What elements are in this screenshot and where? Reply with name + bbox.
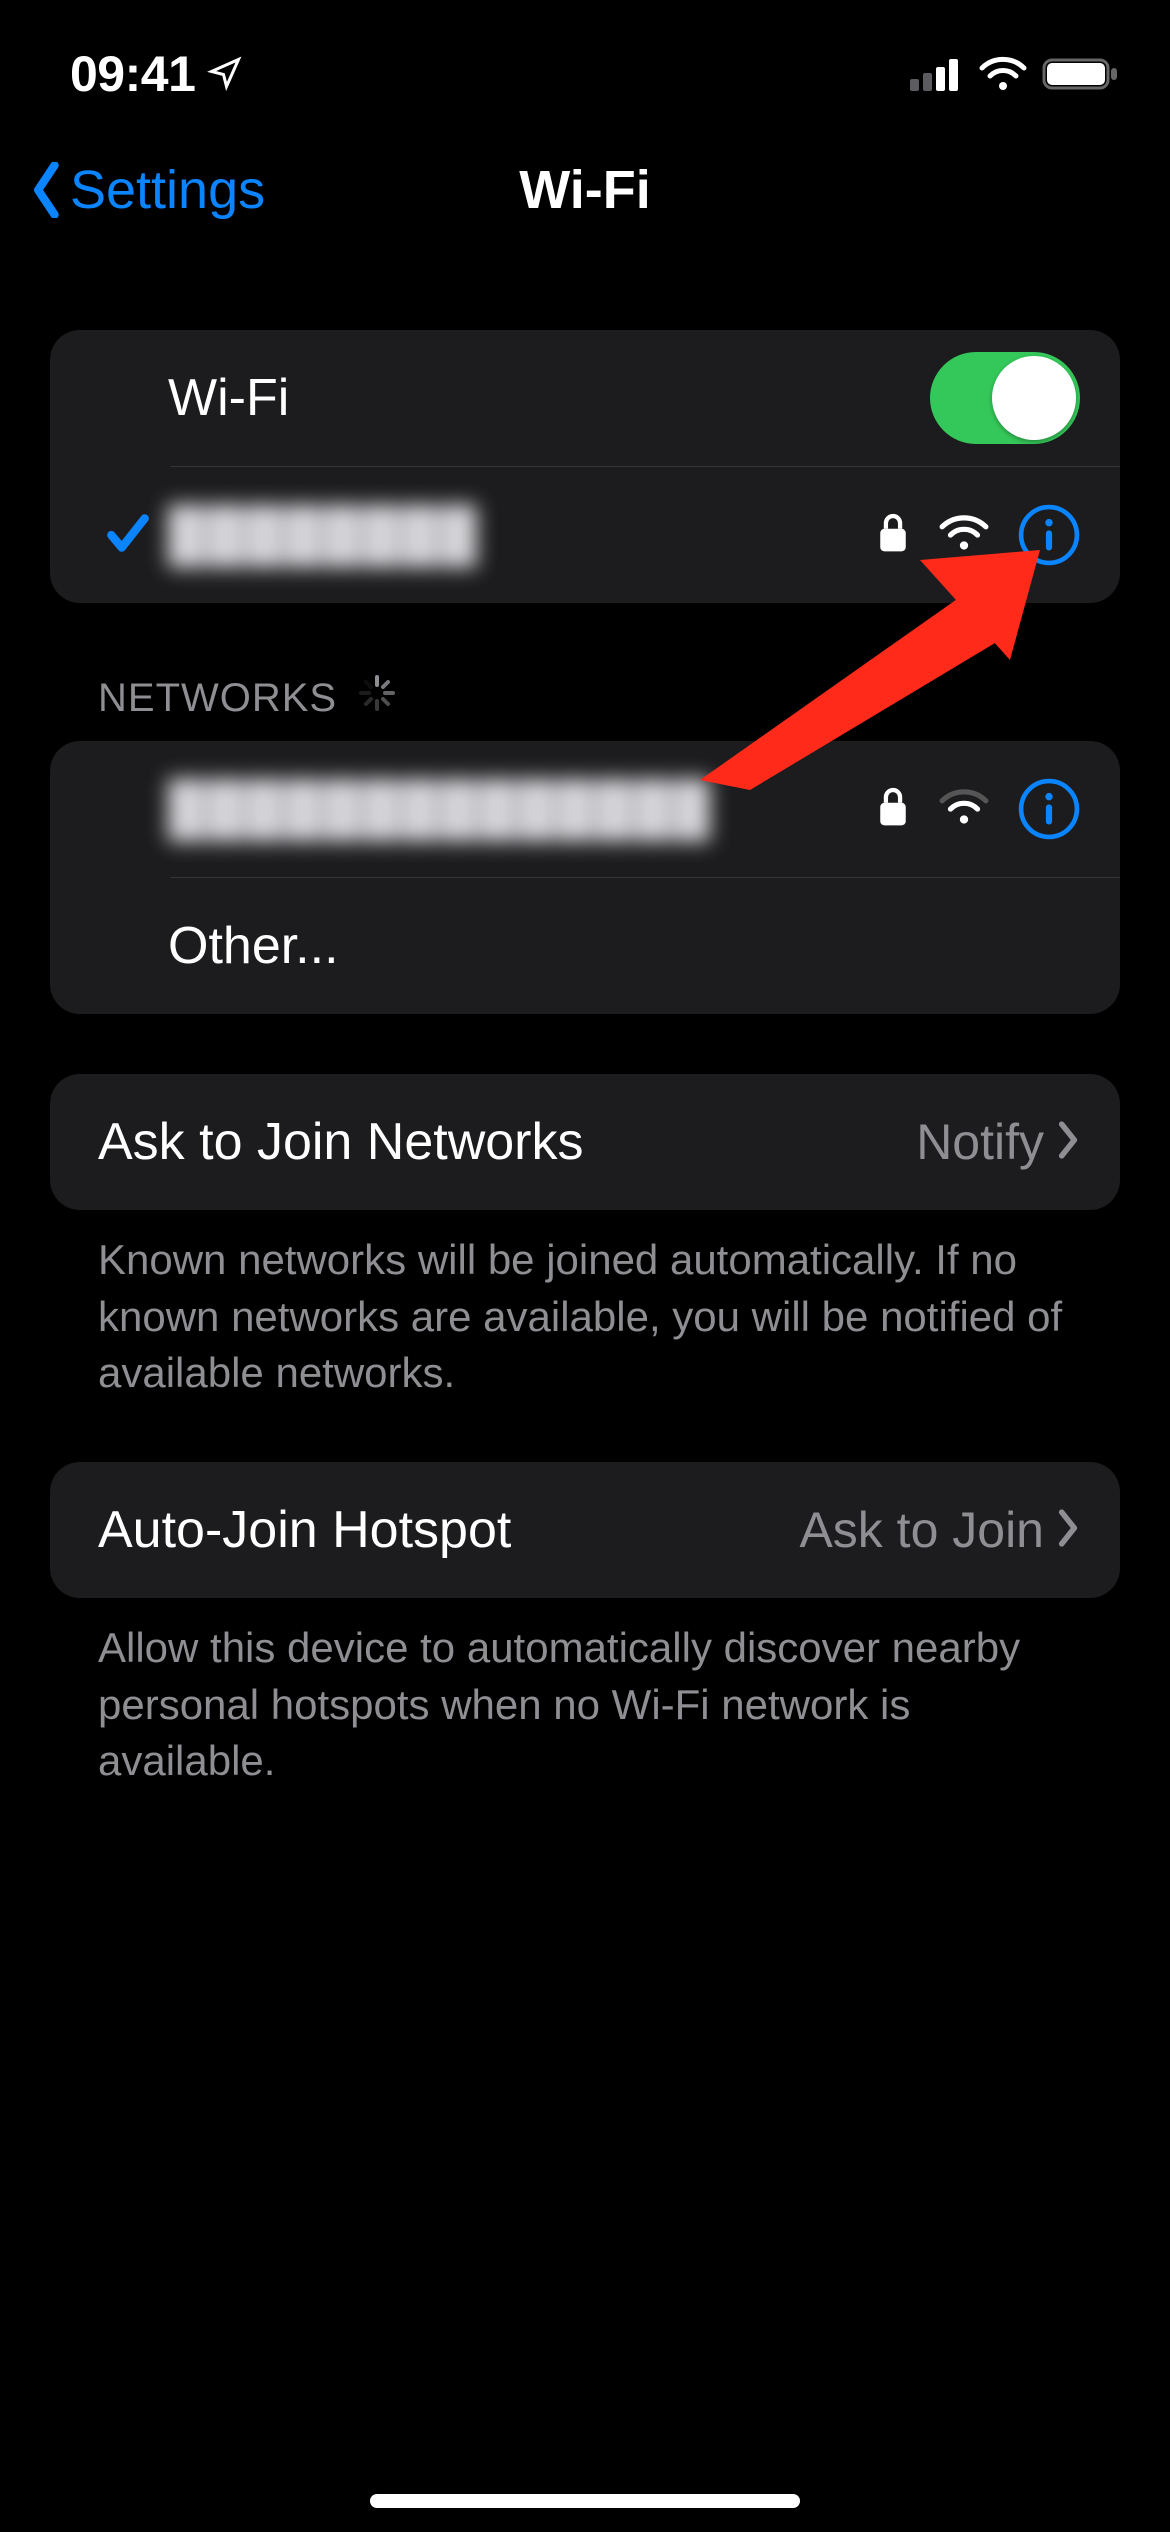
auto-hotspot-label: Auto-Join Hotspot	[98, 1500, 799, 1560]
status-time: 09:41	[70, 45, 195, 103]
ask-join-label: Ask to Join Networks	[98, 1112, 916, 1172]
wifi-toggle-label: Wi-Fi	[168, 368, 930, 428]
current-network-row[interactable]: ████████	[50, 467, 1120, 603]
status-bar: 09:41	[0, 0, 1170, 120]
networks-group: ██████████████	[50, 741, 1120, 1014]
cellular-signal-icon	[910, 57, 964, 91]
ask-join-row[interactable]: Ask to Join Networks Notify	[50, 1074, 1120, 1210]
lock-icon	[876, 785, 910, 834]
auto-hotspot-footnote: Allow this device to automatically disco…	[50, 1598, 1120, 1790]
wifi-signal-icon	[938, 787, 990, 832]
spinner-icon	[357, 673, 397, 723]
auto-hotspot-value: Ask to Join	[799, 1501, 1044, 1559]
ask-join-value: Notify	[916, 1113, 1044, 1171]
other-network-row[interactable]: Other...	[50, 878, 1120, 1014]
lock-icon	[876, 511, 910, 560]
network-row[interactable]: ██████████████	[50, 741, 1120, 877]
battery-icon	[1042, 56, 1120, 92]
location-icon	[207, 45, 243, 103]
wifi-signal-icon	[938, 513, 990, 558]
back-label: Settings	[70, 159, 265, 221]
checkmark-icon	[103, 508, 153, 563]
auto-hotspot-row[interactable]: Auto-Join Hotspot Ask to Join	[50, 1462, 1120, 1598]
other-label: Other...	[168, 916, 1080, 976]
networks-header: NETWORKS	[50, 673, 1120, 741]
info-button[interactable]	[1018, 504, 1080, 566]
auto-hotspot-group: Auto-Join Hotspot Ask to Join	[50, 1462, 1120, 1598]
wifi-toggle-row[interactable]: Wi-Fi	[50, 330, 1120, 466]
home-indicator[interactable]	[370, 2494, 800, 2508]
current-network-name: ████████	[168, 506, 479, 564]
wifi-status-icon	[978, 56, 1028, 92]
info-button[interactable]	[1018, 778, 1080, 840]
ask-join-footnote: Known networks will be joined automatica…	[50, 1210, 1120, 1402]
chevron-right-icon	[1056, 1509, 1080, 1552]
network-name: ██████████████	[168, 780, 712, 838]
nav-bar: Settings Wi-Fi	[0, 120, 1170, 260]
ask-join-group: Ask to Join Networks Notify	[50, 1074, 1120, 1210]
chevron-right-icon	[1056, 1121, 1080, 1164]
wifi-toggle-group: Wi-Fi ████████	[50, 330, 1120, 603]
wifi-toggle[interactable]	[930, 352, 1080, 444]
networks-header-label: NETWORKS	[98, 676, 337, 721]
back-button[interactable]: Settings	[28, 159, 265, 221]
